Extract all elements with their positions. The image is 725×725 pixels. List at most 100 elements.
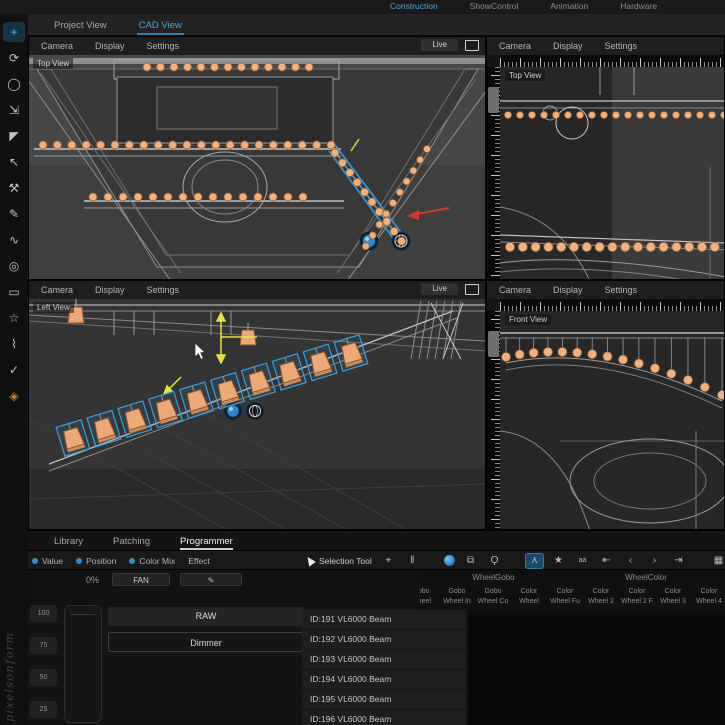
preset-75[interactable]: 75 <box>30 637 57 654</box>
first-button[interactable]: ⇤ <box>598 554 615 568</box>
wheel-column-header[interactable]: Color Wheel 3 <box>655 587 691 607</box>
preset-50[interactable]: 50 <box>30 669 57 686</box>
fixture-row[interactable]: ID:193 VL6000 Beam <box>302 650 466 669</box>
monitor-icon[interactable] <box>465 283 479 295</box>
star-icon[interactable]: ★ <box>550 554 567 568</box>
wheel-column-header[interactable]: Color Wheel 2 F <box>619 587 655 607</box>
layers-icon[interactable]: ⧉ <box>462 554 479 568</box>
wheel-column-header[interactable]: Color Wheel 2 <box>583 587 619 607</box>
pointer-icon <box>304 554 316 567</box>
wheel-column-header[interactable]: Color Wheel Fu <box>547 587 583 607</box>
rectangle-tool-icon[interactable]: ▭ <box>3 282 25 302</box>
tab-library[interactable]: Library <box>54 536 83 550</box>
camera-menu[interactable]: Camera <box>497 284 533 296</box>
scale-widget[interactable] <box>488 87 499 113</box>
fixture-row[interactable]: ID:196 VL6000 Beam <box>302 710 466 725</box>
cad-canvas-top-view[interactable] <box>29 55 485 279</box>
tab-cad-view[interactable]: CAD View <box>136 20 184 35</box>
wrench-tool-icon[interactable]: ⚒ <box>3 178 25 198</box>
settings-menu[interactable]: Settings <box>145 40 182 52</box>
raw-button[interactable]: RAW <box>108 607 304 626</box>
left-toolbar: + ⟳ ◯ ⇲ ◤ ↖ ⚒ ✎ ∿ ◎ ▭ ☆ ⌇ ✓ ◈ <box>0 14 28 725</box>
column-label: Wheel 2 F <box>621 598 653 605</box>
preset-100[interactable]: 100 <box>30 605 57 622</box>
settings-menu[interactable]: Settings <box>603 284 640 296</box>
fixture-dot-row[interactable] <box>88 192 308 202</box>
tab-patching[interactable]: Patching <box>113 536 150 550</box>
filter-color-mix[interactable]: Color Mix <box>129 556 175 566</box>
selection-tool[interactable]: Selection Tool <box>304 551 372 570</box>
display-menu[interactable]: Display <box>551 284 585 296</box>
cad-canvas-front-view[interactable] <box>500 311 724 529</box>
wheel-column-header[interactable]: Color Wheel <box>511 587 547 607</box>
preset-25[interactable]: 25 <box>30 701 57 718</box>
check-tool-icon[interactable]: ✓ <box>3 360 25 380</box>
target-tool-icon[interactable]: ⌖ <box>380 554 397 568</box>
filter-label: Color Mix <box>139 555 176 566</box>
monitor-icon[interactable] <box>465 39 479 51</box>
live-button[interactable]: Live <box>421 283 458 295</box>
tab-programmer[interactable]: Programmer <box>180 536 233 550</box>
display-menu[interactable]: Display <box>551 40 585 52</box>
flag-tool-icon[interactable]: ◤ <box>3 126 25 146</box>
material-tool-icon[interactable]: ◈ <box>3 386 25 406</box>
display-menu[interactable]: Display <box>93 40 127 52</box>
camera-menu[interactable]: Camera <box>39 40 75 52</box>
dimmer-button[interactable]: Dimmer <box>108 632 304 652</box>
edit-button[interactable]: ✎ <box>180 573 242 586</box>
next-button[interactable]: › <box>646 554 663 568</box>
filter-effect[interactable]: Effect <box>188 556 210 566</box>
transform-tool-icon[interactable]: + <box>3 22 25 42</box>
cad-canvas-top-view-2[interactable] <box>500 67 724 279</box>
fixture-row[interactable]: ID:191 VL6000 Beam <box>302 610 466 629</box>
viewport-top-right: Camera Display Settings Top View <box>486 36 725 280</box>
wheel-column-header[interactable]: Gobo Wheel <box>420 587 439 607</box>
watermark-text: pixelsonform <box>3 631 16 722</box>
viewport-menu-bar: Camera Display Settings Live <box>29 37 485 55</box>
column-label: Wheel <box>420 598 431 605</box>
wheel-column-header[interactable]: Gobo Wheel Co <box>475 587 511 607</box>
fan-button[interactable]: FAN <box>112 573 170 586</box>
grid-icon[interactable]: ▦ <box>710 554 725 568</box>
scale-tool-icon[interactable]: ⇲ <box>3 100 25 120</box>
fixture-row[interactable]: ID:194 VL6000 Beam <box>302 670 466 689</box>
camera-menu[interactable]: Camera <box>39 284 75 296</box>
pointer-tool-icon[interactable]: ↖ <box>3 152 25 172</box>
scale-widget[interactable] <box>488 331 499 357</box>
display-menu[interactable]: Display <box>93 284 127 296</box>
curve-tool-icon[interactable]: ∿ <box>3 230 25 250</box>
highlight-icon[interactable]: ⋏ <box>526 553 543 568</box>
wheel-column-header[interactable]: Color Wheel 4 <box>691 587 725 607</box>
pause-icon[interactable]: ‖ <box>404 554 421 568</box>
star-tool-icon[interactable]: ☆ <box>3 308 25 328</box>
tab-project-view[interactable]: Project View <box>52 20 109 35</box>
prev-button[interactable]: ‹ <box>622 554 639 568</box>
orbit-tool-icon[interactable]: ◯ <box>3 74 25 94</box>
bulb-icon[interactable]: Ϙ <box>486 554 503 568</box>
settings-menu[interactable]: Settings <box>145 284 182 296</box>
filter-value[interactable]: Value <box>32 556 63 566</box>
percent-readout: 0% <box>86 575 100 585</box>
settings-menu[interactable]: Settings <box>603 40 640 52</box>
live-button[interactable]: Live <box>421 39 458 51</box>
polyline-tool-icon[interactable]: ⌇ <box>3 334 25 354</box>
fixture-dot-row[interactable] <box>38 140 336 150</box>
column-label: Wheel 4 <box>696 598 722 605</box>
world-icon[interactable] <box>444 555 455 566</box>
fixture-row[interactable]: ID:195 VL6000 Beam <box>302 690 466 709</box>
column-label: Wheel 2 <box>588 598 614 605</box>
text-size-icon[interactable]: aa <box>574 554 591 568</box>
cad-canvas-left-view[interactable] <box>29 299 485 529</box>
ellipse-tool-icon[interactable]: ◎ <box>3 256 25 276</box>
wheelgobo-group-label: WheelGobo <box>472 573 515 582</box>
wheel-column-header[interactable]: Gobo Wheel In <box>439 587 475 607</box>
filter-position[interactable]: Position <box>76 556 116 566</box>
pencil-tool-icon[interactable]: ✎ <box>3 204 25 224</box>
rotate-tool-icon[interactable]: ⟳ <box>3 48 25 68</box>
last-button[interactable]: ⇥ <box>670 554 687 568</box>
fixture-dot-row[interactable] <box>505 241 720 252</box>
fixture-row[interactable]: ID:192 VL6000 Beam <box>302 630 466 649</box>
column-label: Gobo <box>448 588 466 595</box>
dimmer-fader[interactable] <box>64 605 102 723</box>
camera-menu[interactable]: Camera <box>497 40 533 52</box>
